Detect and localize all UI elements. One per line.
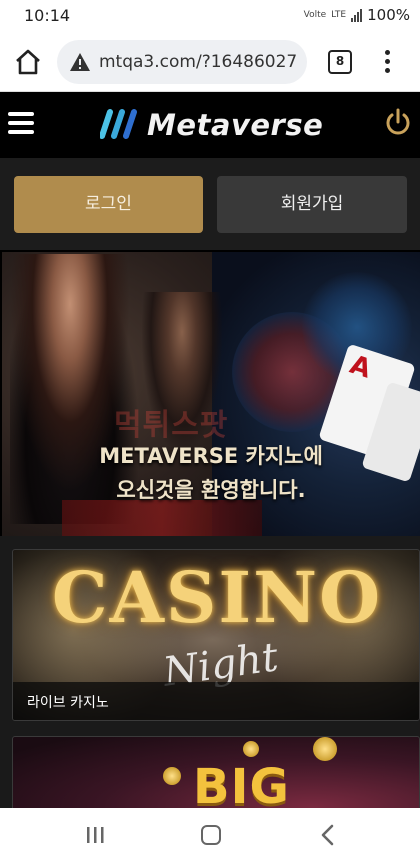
browser-toolbar: mtqa3.com/?16486027 8 (0, 32, 420, 92)
status-bar: 10:14 Volte LTE 100% (0, 0, 420, 32)
banner-headline-2: 오신것을 환영합니다. (116, 478, 306, 502)
lte-indicator: LTE (331, 9, 347, 20)
live-casino-label: 라이브 카지노 (27, 695, 109, 711)
card-rank-text: A (346, 349, 375, 385)
welcome-banner[interactable]: A 먹튀스팟 METAVERSE 카지노에 오신것을 환영합니다. (2, 252, 420, 536)
signal-icon (351, 8, 363, 22)
big-win-title: BIG WIN (193, 759, 290, 811)
logo-mark-icon (100, 109, 137, 139)
battery-level: 100% (367, 6, 410, 24)
tab-switcher-button[interactable]: 8 (328, 50, 352, 74)
power-icon[interactable] (384, 108, 412, 138)
hamburger-menu-icon[interactable] (8, 112, 34, 136)
address-bar[interactable]: mtqa3.com/?16486027 (57, 40, 307, 84)
casino-title: CASINO (51, 556, 383, 639)
table-felt (62, 500, 262, 536)
more-menu-icon[interactable] (378, 46, 398, 78)
auth-button-area: 로그인 회원가입 (0, 158, 420, 250)
coin-graphic (163, 767, 181, 785)
url-text: mtqa3.com/?16486027 (99, 52, 298, 72)
home-nav-icon[interactable] (201, 825, 221, 845)
banner-watermark: 먹튀스팟 (114, 408, 229, 443)
status-indicators: Volte LTE 100% (304, 6, 410, 24)
home-icon[interactable] (12, 46, 44, 78)
recent-apps-icon[interactable] (85, 826, 105, 844)
card-caption-bar: 라이브 카지노 (13, 682, 419, 720)
site-header: Metaverse (0, 92, 420, 158)
login-button[interactable]: 로그인 (14, 176, 203, 233)
coin-graphic (243, 741, 259, 757)
back-icon[interactable] (318, 824, 338, 846)
system-navigation-bar (0, 808, 420, 863)
coin-graphic (313, 737, 337, 761)
brand-name: Metaverse (147, 108, 324, 142)
signup-button[interactable]: 회원가입 (217, 176, 407, 233)
banner-headline-1: METAVERSE 카지노에 (99, 444, 323, 468)
metaverse-logo[interactable]: Metaverse (100, 104, 330, 148)
warning-icon[interactable] (69, 52, 91, 72)
big-win-card[interactable]: BIG WIN (12, 736, 420, 811)
status-time: 10:14 (24, 6, 71, 25)
volte-indicator: Volte (303, 9, 327, 20)
live-casino-card[interactable]: CASINO Night 라이브 카지노 (12, 549, 420, 721)
